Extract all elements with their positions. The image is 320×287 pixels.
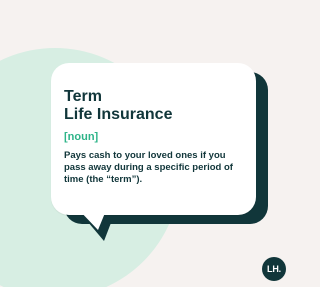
infographic-canvas: Term Life Insurance [noun] Pays cash to …: [0, 0, 292, 287]
term-title: Term Life Insurance: [64, 88, 248, 124]
definition-card-content: Term Life Insurance [noun] Pays cash to …: [64, 88, 248, 186]
definition-text: Pays cash to your loved ones if you pass…: [64, 150, 233, 185]
speech-bubble-tail: [77, 208, 107, 230]
term-title-line-1: Term: [64, 88, 102, 105]
part-of-speech-label: [noun]: [64, 131, 99, 143]
term-title-line-2: Life Insurance: [64, 106, 173, 123]
brand-logo: LH.: [262, 257, 286, 281]
